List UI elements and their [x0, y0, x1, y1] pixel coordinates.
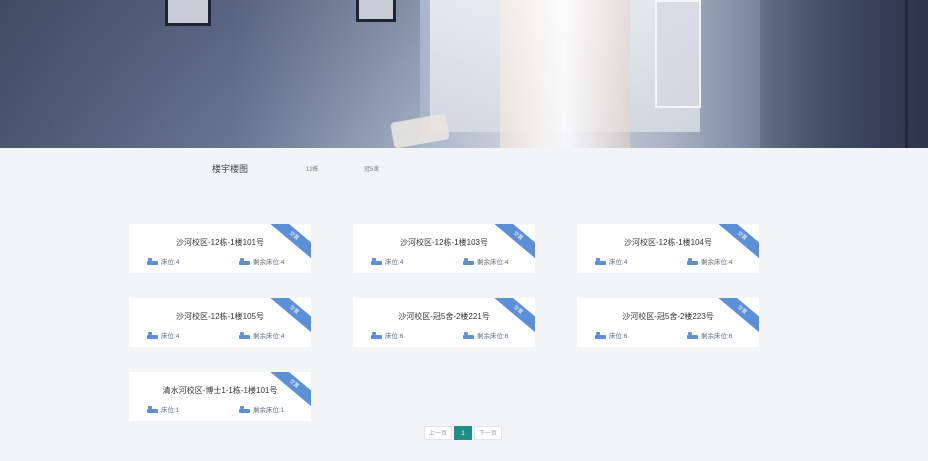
room-card[interactable]: 空置 清水河校区-博士1-1栋-1楼101号 床位:1 剩余床位:1 — [129, 372, 311, 421]
bed-count: 床位:1 — [147, 404, 179, 414]
bed-icon — [687, 257, 698, 265]
remaining-beds: 剩余床位:4 — [239, 256, 284, 266]
bed-icon — [147, 405, 158, 413]
bed-icon — [239, 331, 250, 339]
remaining-beds: 剩余床位:4 — [239, 330, 284, 340]
room-card[interactable]: 空置 沙河校区-冠5舍-2楼223号 床位:6 剩余床位:6 — [577, 298, 759, 347]
bed-icon — [371, 257, 382, 265]
bed-count: 床位:6 — [371, 330, 403, 340]
remaining-beds-text: 剩余床位:4 — [253, 259, 285, 266]
room-title: 沙河校区-冠5舍-2楼221号 — [398, 312, 490, 321]
bed-count-text: 床位:6 — [609, 333, 628, 340]
bed-icon — [687, 331, 698, 339]
room-card[interactable]: 空置 沙河校区-冠5舍-2楼221号 床位:6 剩余床位:6 — [353, 298, 535, 347]
remaining-beds-text: 剩余床位:4 — [701, 259, 733, 266]
room-card[interactable]: 空置 沙河校区-12栋-1楼104号 床位:4 剩余床位:4 — [577, 224, 759, 273]
bed-icon — [595, 331, 606, 339]
pagination: 上一页 1 下一页 — [0, 426, 928, 440]
bed-count-text: 床位:6 — [385, 333, 404, 340]
bed-icon — [147, 331, 158, 339]
bed-icon — [595, 257, 606, 265]
remaining-beds-text: 剩余床位:6 — [477, 333, 509, 340]
bed-count-text: 床位:4 — [161, 259, 180, 266]
room-title: 沙河校区-12栋-1楼104号 — [623, 238, 713, 247]
hero-door-edge — [905, 0, 908, 148]
room-title: 沙河校区-冠5舍-2楼223号 — [622, 312, 714, 321]
bed-count: 床位:4 — [147, 330, 179, 340]
remaining-beds-text: 剩余床位:4 — [477, 259, 509, 266]
room-title: 沙河校区-12栋-1楼103号 — [399, 238, 489, 247]
remaining-beds: 剩余床位:6 — [463, 330, 508, 340]
bed-count-text: 床位:4 — [385, 259, 404, 266]
bed-count-text: 床位:1 — [161, 407, 180, 414]
hero-picture-frame — [356, 0, 396, 22]
next-page-button[interactable]: 下一页 — [474, 426, 502, 440]
bed-icon — [463, 331, 474, 339]
hero-picture-frame — [165, 0, 211, 26]
remaining-beds: 剩余床位:6 — [687, 330, 732, 340]
bed-count: 床位:6 — [595, 330, 627, 340]
hero-banner — [0, 0, 928, 148]
bed-icon — [147, 257, 158, 265]
hero-right-wall — [760, 0, 928, 148]
bed-icon — [239, 257, 250, 265]
bed-count: 床位:4 — [147, 256, 179, 266]
filter-label: 楼宇楼图 — [212, 164, 249, 174]
bed-icon — [239, 405, 250, 413]
remaining-beds-text: 剩余床位:4 — [253, 333, 285, 340]
bed-count: 床位:4 — [595, 256, 627, 266]
remaining-beds-text: 剩余床位:6 — [701, 333, 733, 340]
room-card[interactable]: 空置 沙河校区-12栋-1楼103号 床位:4 剩余床位:4 — [353, 224, 535, 273]
remaining-beds: 剩余床位:4 — [463, 256, 508, 266]
bed-count: 床位:4 — [371, 256, 403, 266]
prev-page-button[interactable]: 上一页 — [424, 426, 452, 440]
room-card[interactable]: 空置 沙河校区-12栋-1楼105号 床位:4 剩余床位:4 — [129, 298, 311, 347]
filter-option-12[interactable]: 12栋 — [306, 164, 319, 173]
room-card[interactable]: 空置 沙河校区-12栋-1楼101号 床位:4 剩余床位:4 — [129, 224, 311, 273]
building-filter: 楼宇楼图 12栋 冠5舍 — [0, 162, 928, 178]
bed-count-text: 床位:4 — [161, 333, 180, 340]
room-title: 沙河校区-12栋-1楼101号 — [175, 238, 265, 247]
bed-count-text: 床位:4 — [609, 259, 628, 266]
remaining-beds: 剩余床位:1 — [239, 404, 284, 414]
remaining-beds: 剩余床位:4 — [687, 256, 732, 266]
hero-window-pane — [655, 0, 701, 108]
bed-icon — [371, 331, 382, 339]
remaining-beds-text: 剩余床位:1 — [253, 407, 285, 414]
page-1-button[interactable]: 1 — [454, 426, 472, 440]
filter-option-guan5[interactable]: 冠5舍 — [364, 164, 379, 173]
bed-icon — [463, 257, 474, 265]
room-title: 清水河校区-博士1-1栋-1楼101号 — [162, 386, 278, 395]
room-title: 沙河校区-12栋-1楼105号 — [175, 312, 265, 321]
hero-curtain — [500, 0, 630, 148]
